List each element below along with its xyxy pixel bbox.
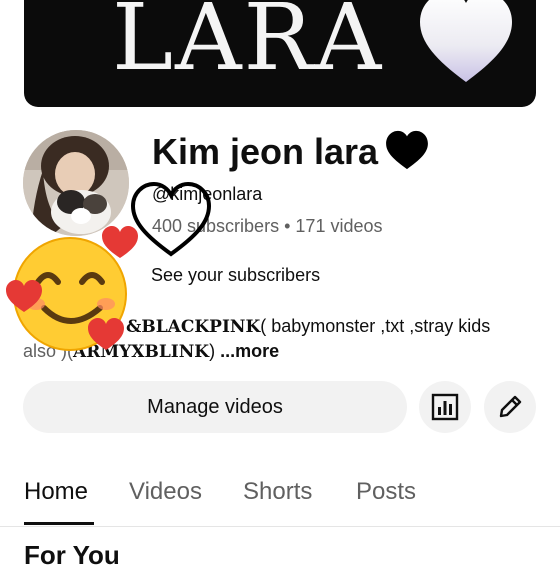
bar-chart-icon <box>431 393 459 421</box>
pencil-icon <box>499 395 522 418</box>
section-title: For You <box>24 540 120 570</box>
tab-shorts[interactable]: Shorts <box>243 478 312 506</box>
analytics-button[interactable] <box>419 381 471 433</box>
tab-posts[interactable]: Posts <box>356 478 416 506</box>
description-bp: &BLACKPINK <box>126 317 261 337</box>
active-tab-indicator <box>24 522 94 525</box>
channel-name-text: Kim jeon lara <box>152 131 379 172</box>
edit-channel-button[interactable] <box>484 381 536 433</box>
more-link[interactable]: ...more <box>220 341 279 361</box>
tab-home[interactable]: Home <box>24 478 88 506</box>
manage-videos-button[interactable]: Manage videos <box>23 381 407 433</box>
channel-banner: LARA <box>24 0 536 107</box>
channel-tabs: Home Videos Shorts Posts <box>0 470 560 527</box>
stats-separator: • <box>284 216 291 236</box>
smiling-face-with-hearts-icon <box>6 226 138 351</box>
channel-name: Kim jeon lara <box>152 128 430 176</box>
black-heart-icon <box>386 130 428 170</box>
channel-avatar[interactable] <box>23 130 129 236</box>
video-count: 171 videos <box>295 216 383 236</box>
avatar-photo <box>23 130 129 236</box>
tab-videos[interactable]: Videos <box>129 478 202 506</box>
white-heart-icon <box>420 0 512 82</box>
see-subscribers-link[interactable]: See your subscribers <box>151 265 320 286</box>
description-line2-c: ) <box>209 341 221 361</box>
description-line1: ( babymonster ,txt ,stray kids <box>260 316 491 336</box>
banner-title: LARA <box>112 0 384 91</box>
